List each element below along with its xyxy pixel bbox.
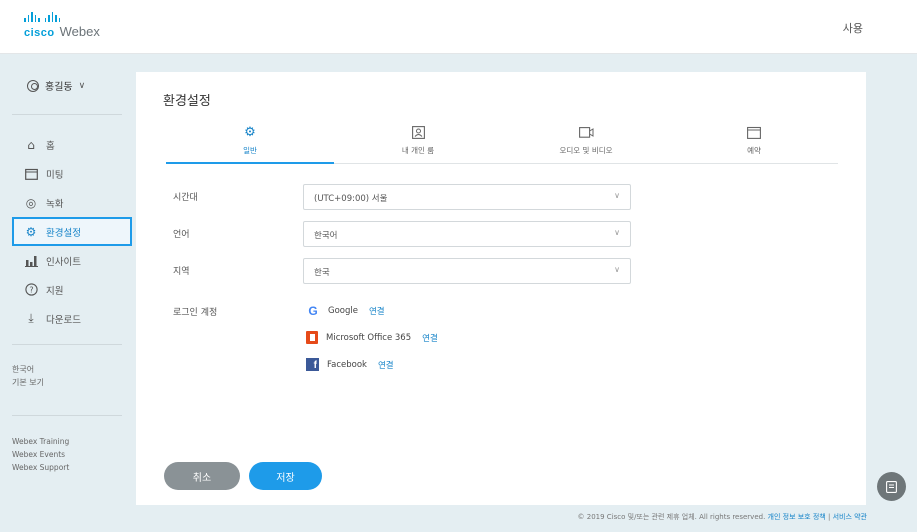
calendar-icon <box>24 167 38 181</box>
chevron-down-icon: ∨ <box>614 228 620 237</box>
sidebar-item-label: 환경설정 <box>46 227 81 239</box>
sidebar-item-recordings[interactable]: ◎ 녹화 <box>12 188 132 217</box>
divider <box>12 114 122 115</box>
tab-audio-video[interactable]: 오디오 및 비디오 <box>502 121 670 163</box>
svg-text:?: ? <box>29 285 33 294</box>
sidebar-item-support[interactable]: ? 지원 <box>12 275 132 304</box>
account-google: G Google 연결 <box>306 304 385 318</box>
save-button[interactable]: 저장 <box>249 462 322 490</box>
webex-links: Webex Training Webex Events Webex Suppor… <box>12 435 69 474</box>
user-avatar-icon <box>27 79 39 92</box>
cisco-bars-icon <box>24 12 124 22</box>
terms-link[interactable]: 서비스 약관 <box>833 513 867 521</box>
google-icon: G <box>308 304 318 318</box>
tab-label: 내 개인 룸 <box>401 146 435 155</box>
sidebar-nav: ⌂ 홈 미팅 ◎ 녹화 ⚙ 환경설정 인사이트 ? 지원 ⤓ 다운로드 <box>12 130 132 333</box>
copyright-text: © 2019 Cisco 및/또는 관련 제휴 업체. All rights r… <box>577 513 766 521</box>
preferences-tabs: ⚙ 일반 내 개인 룸 오디오 및 비디오 예약 <box>166 121 838 164</box>
account-facebook: f Facebook 연결 <box>306 358 394 371</box>
user-menu-link[interactable]: 사용 <box>843 20 863 36</box>
calendar-icon <box>746 124 762 140</box>
sidebar-item-insights[interactable]: 인사이트 <box>12 246 132 275</box>
account-name: Google <box>328 306 358 316</box>
sidebar-item-meetings[interactable]: 미팅 <box>12 159 132 188</box>
tab-label: 예약 <box>747 146 761 155</box>
gear-icon: ⚙ <box>25 224 37 239</box>
webex-support-link[interactable]: Webex Support <box>12 461 69 474</box>
webex-events-link[interactable]: Webex Events <box>12 448 69 461</box>
account-office: Microsoft Office 365 연결 <box>306 331 438 344</box>
sidebar: 홍길동 ∨ ⌂ 홈 미팅 ◎ 녹화 ⚙ 환경설정 인사이트 ? 지원 ⤓ 다운로… <box>0 55 136 532</box>
sidebar-item-label: 녹화 <box>46 198 64 210</box>
sidebar-item-label: 지원 <box>46 285 64 297</box>
page-title: 환경설정 <box>163 94 211 109</box>
sidebar-item-label: 미팅 <box>46 169 64 181</box>
person-icon <box>410 124 426 140</box>
cisco-webex-logo[interactable]: cisco Webex <box>24 12 124 44</box>
connect-office-link[interactable]: 연결 <box>422 332 438 344</box>
timezone-select[interactable]: (UTC+09:00) 서울 ∨ <box>303 184 631 210</box>
record-icon: ◎ <box>25 195 37 210</box>
language-block: 한국어 기본 보기 <box>12 363 44 389</box>
sidebar-item-label: 다운로드 <box>46 314 81 326</box>
tab-scheduling[interactable]: 예약 <box>670 121 838 163</box>
connect-facebook-link[interactable]: 연결 <box>378 359 394 371</box>
user-menu[interactable]: 홍길동 ∨ <box>27 78 85 93</box>
chart-icon <box>24 254 38 268</box>
help-icon: ? <box>24 283 38 297</box>
user-name: 홍길동 <box>45 82 73 93</box>
region-label: 지역 <box>173 267 190 277</box>
region-value: 한국 <box>314 268 330 278</box>
logo-product: Webex <box>59 24 100 39</box>
tab-personal-room[interactable]: 내 개인 룸 <box>334 121 502 163</box>
language-value: 한국어 <box>314 231 338 241</box>
cancel-button[interactable]: 취소 <box>164 462 240 490</box>
basic-view-link[interactable]: 기본 보기 <box>12 376 44 389</box>
top-bar: cisco Webex 사용 <box>0 0 917 54</box>
language-select[interactable]: 한국어 ∨ <box>303 221 631 247</box>
sidebar-item-label: 인사이트 <box>46 256 81 268</box>
region-row: 지역 한국 ∨ <box>173 258 633 284</box>
login-accounts-label: 로그인 계정 <box>173 308 218 318</box>
account-name: Facebook <box>327 359 367 370</box>
divider <box>12 344 122 345</box>
video-icon <box>578 124 594 140</box>
region-select[interactable]: 한국 ∨ <box>303 258 631 284</box>
account-name: Microsoft Office 365 <box>326 332 412 343</box>
tab-label: 일반 <box>243 146 257 155</box>
logo-brand: cisco <box>24 27 55 39</box>
sidebar-item-preferences[interactable]: ⚙ 환경설정 <box>12 217 132 246</box>
language-link[interactable]: 한국어 <box>12 363 44 376</box>
sidebar-item-home[interactable]: ⌂ 홈 <box>12 130 132 159</box>
tab-label: 오디오 및 비디오 <box>559 146 613 155</box>
download-icon: ⤓ <box>28 311 34 325</box>
feedback-button[interactable] <box>877 472 906 501</box>
chevron-down-icon: ∨ <box>78 80 86 91</box>
tab-general[interactable]: ⚙ 일반 <box>166 121 334 164</box>
preferences-panel: 환경설정 ⚙ 일반 내 개인 룸 오디오 및 비디오 예약 시간대 (UTC+0… <box>136 72 866 505</box>
facebook-icon: f <box>306 358 319 371</box>
chevron-down-icon: ∨ <box>614 191 620 200</box>
gear-icon: ⚙ <box>244 124 256 140</box>
document-icon <box>886 480 897 493</box>
home-icon: ⌂ <box>27 137 35 152</box>
language-label: 언어 <box>173 230 190 240</box>
sidebar-item-download[interactable]: ⤓ 다운로드 <box>12 304 132 333</box>
chevron-down-icon: ∨ <box>614 265 620 274</box>
privacy-policy-link[interactable]: 개인 정보 보호 정책 <box>768 513 826 521</box>
divider <box>12 415 122 416</box>
language-row: 언어 한국어 ∨ <box>173 221 633 247</box>
sidebar-item-label: 홈 <box>46 140 55 152</box>
footer: © 2019 Cisco 및/또는 관련 제휴 업체. All rights r… <box>578 512 867 522</box>
office-icon <box>306 331 318 344</box>
timezone-label: 시간대 <box>173 193 198 203</box>
timezone-row: 시간대 (UTC+09:00) 서울 ∨ <box>173 184 633 210</box>
timezone-value: (UTC+09:00) 서울 <box>314 194 388 204</box>
webex-training-link[interactable]: Webex Training <box>12 435 69 448</box>
footer-separator: | <box>827 513 831 521</box>
connect-google-link[interactable]: 연결 <box>369 305 385 317</box>
